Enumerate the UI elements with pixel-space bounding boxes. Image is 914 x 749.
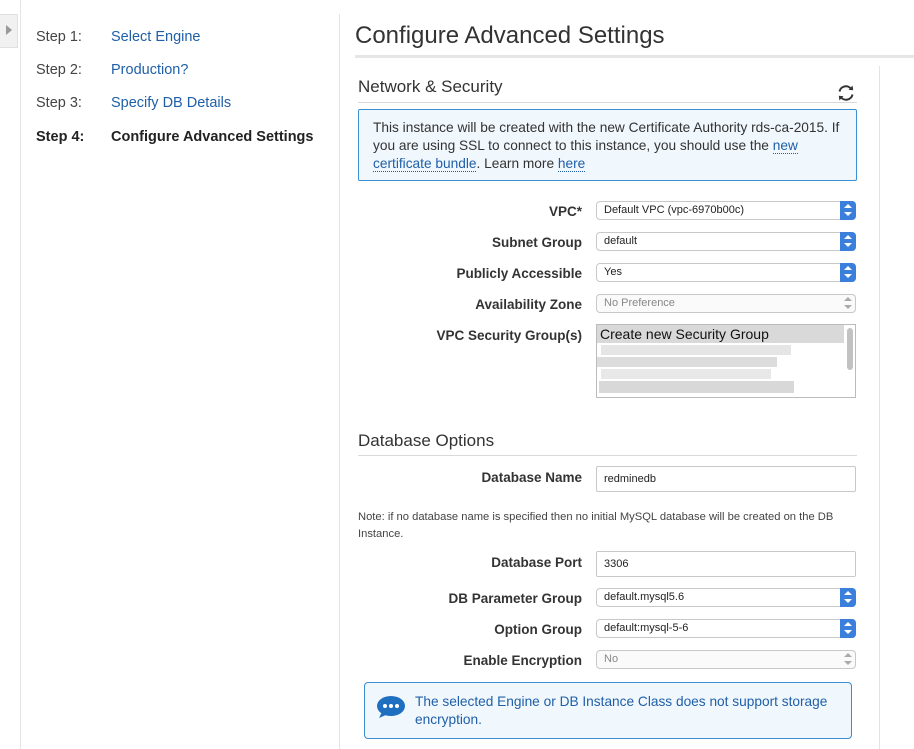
enable-encryption-select[interactable]: No xyxy=(596,650,856,669)
subnet-group-select[interactable]: default xyxy=(596,232,856,251)
step-2[interactable]: Step 2: Production? xyxy=(0,62,320,82)
select-arrows-icon xyxy=(840,588,856,607)
step-label-configure-advanced: Configure Advanced Settings xyxy=(111,129,314,145)
step-link-production[interactable]: Production? xyxy=(111,62,188,78)
select-arrows-icon xyxy=(840,619,856,638)
publicly-accessible-label: Publicly Accessible xyxy=(456,266,582,281)
section-title-database: Database Options xyxy=(358,431,495,450)
database-name-label: Database Name xyxy=(481,470,582,485)
step-3[interactable]: Step 3: Specify DB Details xyxy=(0,95,320,115)
vpc-select[interactable]: Default VPC (vpc-6970b00c) xyxy=(596,201,856,220)
step-4-current: Step 4: Configure Advanced Settings xyxy=(0,129,330,149)
database-port-label: Database Port xyxy=(491,555,582,570)
db-parameter-group-value: default.mysql5.6 xyxy=(604,591,685,603)
section-rule xyxy=(358,455,857,456)
step-1[interactable]: Step 1: Select Engine xyxy=(0,29,320,49)
certificate-info-box: This instance will be created with the n… xyxy=(358,109,857,181)
publicly-accessible-value: Yes xyxy=(604,266,622,278)
listbox-scrollbar[interactable] xyxy=(847,328,853,370)
vpc-select-value: Default VPC (vpc-6970b00c) xyxy=(604,204,745,216)
redacted-option xyxy=(599,381,794,393)
nav-divider xyxy=(339,14,340,749)
subnet-group-label: Subnet Group xyxy=(492,235,582,250)
info-text: . Learn more xyxy=(476,156,558,171)
publicly-accessible-select[interactable]: Yes xyxy=(596,263,856,282)
encryption-warning-text: The selected Engine or DB Instance Class… xyxy=(415,694,828,727)
db-parameter-group-select[interactable]: default.mysql5.6 xyxy=(596,588,856,607)
availability-zone-value: No Preference xyxy=(604,297,675,309)
select-arrows-icon xyxy=(840,263,856,282)
option-group-select[interactable]: default:mysql-5-6 xyxy=(596,619,856,638)
database-name-note: Note: if no database name is specified t… xyxy=(358,511,834,540)
step-number: Step 2: xyxy=(36,62,82,78)
option-group-label: Option Group xyxy=(494,622,582,637)
redacted-option xyxy=(597,357,777,367)
section-title-network: Network & Security xyxy=(358,77,503,96)
database-port-input[interactable]: 3306 xyxy=(596,551,856,577)
redacted-option xyxy=(601,369,771,379)
security-groups-label: VPC Security Group(s) xyxy=(436,328,582,343)
option-group-value: default:mysql-5-6 xyxy=(604,622,689,634)
select-arrows-icon xyxy=(840,294,856,313)
step-number: Step 1: xyxy=(36,29,82,45)
select-arrows-icon xyxy=(840,650,856,669)
speech-bubble-icon xyxy=(377,696,405,718)
step-number: Step 4: xyxy=(36,129,85,145)
select-arrows-icon xyxy=(840,232,856,251)
enable-encryption-value: No xyxy=(604,653,619,665)
vpc-label: VPC* xyxy=(548,204,582,219)
section-rule xyxy=(358,102,857,103)
security-groups-listbox[interactable]: Create new Security Group xyxy=(596,324,856,398)
step-link-select-engine[interactable]: Select Engine xyxy=(111,29,200,45)
db-parameter-group-label: DB Parameter Group xyxy=(448,591,582,606)
info-text: This instance will be created with the n… xyxy=(373,120,840,153)
refresh-icon[interactable] xyxy=(836,83,856,103)
subnet-group-value: default xyxy=(604,235,638,247)
enable-encryption-label: Enable Encryption xyxy=(463,653,582,668)
page-title: Configure Advanced Settings xyxy=(355,22,665,49)
encryption-warning-box: The selected Engine or DB Instance Class… xyxy=(364,682,852,739)
step-link-specify-db-details[interactable]: Specify DB Details xyxy=(111,95,231,111)
redacted-option xyxy=(601,345,791,355)
availability-zone-select[interactable]: No Preference xyxy=(596,294,856,313)
select-arrows-icon xyxy=(840,201,856,220)
learn-more-link[interactable]: here xyxy=(557,156,586,172)
security-group-option[interactable]: Create new Security Group xyxy=(597,325,844,343)
availability-zone-label: Availability Zone xyxy=(475,297,582,312)
title-underline xyxy=(355,55,914,58)
step-number: Step 3: xyxy=(36,95,82,111)
database-name-input[interactable]: redminedb xyxy=(596,466,856,492)
